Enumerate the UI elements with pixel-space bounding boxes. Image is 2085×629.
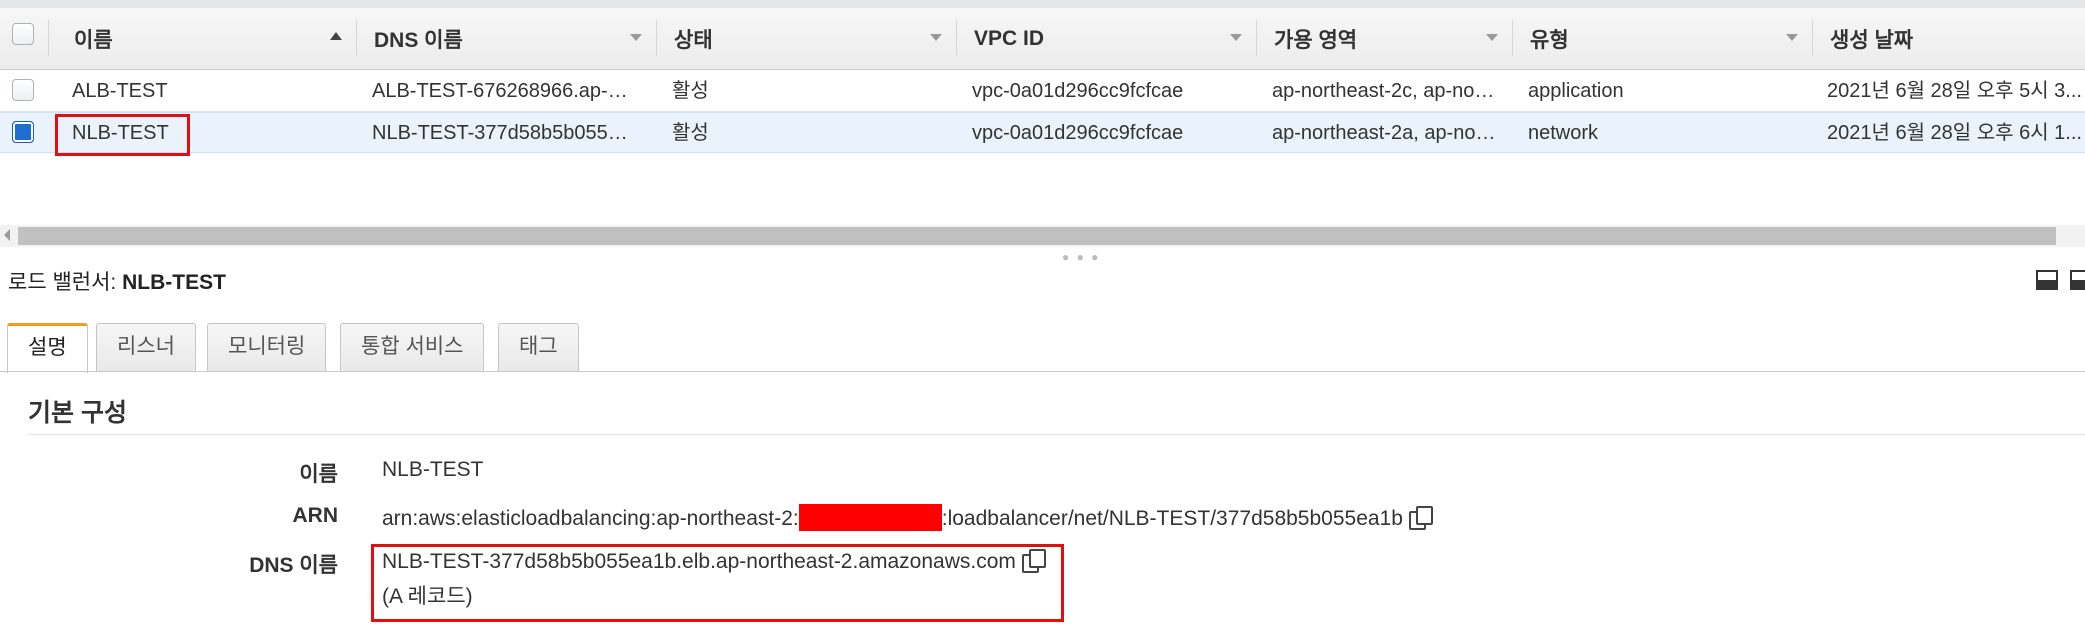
column-header-dns[interactable]: DNS 이름 (358, 8, 656, 70)
panel-resize-handle[interactable]: ● ● ● (1062, 251, 1100, 263)
column-header-vpc[interactable]: VPC ID (958, 8, 1256, 70)
sort-desc-icon[interactable] (1230, 34, 1242, 41)
tab-monitoring[interactable]: 모니터링 (207, 323, 327, 371)
panel-title: 로드 밸런서: NLB-TEST (8, 266, 226, 296)
sort-asc-icon[interactable] (330, 32, 342, 40)
field-value-name: NLB-TEST (382, 458, 484, 481)
table-row[interactable]: ALB-TEST ALB-TEST-676268966.ap-northeast… (0, 71, 2085, 112)
tab-integrated-services[interactable]: 통합 서비스 (340, 323, 485, 371)
sort-desc-icon[interactable] (930, 34, 942, 41)
redaction-bar (798, 504, 942, 531)
column-header-label: 유형 (1530, 29, 1569, 52)
column-header-type[interactable]: 유형 (1514, 8, 1812, 70)
cell-dns: ALB-TEST-676268966.ap-northeast-2.elb.am… (372, 80, 634, 102)
sort-desc-icon[interactable] (1786, 34, 1798, 41)
column-header-label: VPC ID (974, 27, 1045, 50)
column-header-label: 가용 영역 (1274, 29, 1358, 52)
arn-suffix: :loadbalancer/net/NLB-TEST/377d58b5b055e… (941, 507, 1403, 530)
column-separator[interactable] (1812, 20, 1813, 56)
cell-dns: NLB-TEST-377d58b5b055ea1b.elb.ap-northea… (372, 122, 634, 144)
select-all-checkbox[interactable] (12, 23, 34, 45)
sort-desc-icon[interactable] (630, 34, 642, 41)
sort-desc-icon[interactable] (1486, 34, 1498, 41)
scrollbar-thumb[interactable] (18, 227, 2056, 245)
cell-vpc: vpc-0a01d296cc9fcfcae (972, 80, 1184, 102)
tabs-divider (0, 371, 2085, 372)
column-header-state[interactable]: 상태 (658, 8, 956, 70)
arn-prefix: arn:aws:elasticloadbalancing:ap-northeas… (382, 507, 799, 530)
column-separator[interactable] (1512, 20, 1513, 56)
field-value-arn: arn:aws:elasticloadbalancing:ap-northeas… (382, 504, 1433, 531)
cell-state: 활성 (672, 80, 709, 102)
table-row-selected[interactable]: NLB-TEST NLB-TEST-377d58b5b055ea1b.elb.a… (0, 112, 2085, 153)
cell-name: ALB-TEST (72, 80, 168, 102)
copy-icon[interactable] (1408, 506, 1433, 530)
column-separator[interactable] (956, 20, 957, 56)
cell-az: ap-northeast-2a, ap-northeast-2c (1272, 122, 1498, 144)
field-label-arn: ARN (292, 504, 339, 527)
column-header-name[interactable]: 이름 (58, 8, 356, 70)
field-label-dns: DNS 이름 (249, 554, 338, 577)
section-title: 기본 구성 (28, 399, 127, 427)
column-header-label: DNS 이름 (374, 29, 463, 52)
cell-created: 2021년 6월 28일 오후 6시 1... (1827, 122, 2082, 144)
row-checkbox-checked[interactable] (12, 121, 34, 143)
highlight-box-name (55, 114, 190, 156)
cell-created: 2021년 6월 28일 오후 5시 3... (1827, 80, 2082, 102)
cell-az: ap-northeast-2c, ap-northeast-2a (1272, 80, 1498, 102)
cell-vpc: vpc-0a01d296cc9fcfcae (972, 122, 1184, 144)
tab-listeners[interactable]: 리스너 (96, 323, 196, 371)
column-header-label: 이름 (74, 29, 113, 52)
cell-state: 활성 (672, 122, 709, 144)
tab-tags[interactable]: 태그 (498, 323, 579, 371)
tab-description[interactable]: 설명 (7, 323, 88, 373)
column-separator (48, 20, 49, 56)
column-header-label: 생성 날짜 (1830, 29, 1914, 52)
cell-type: network (1528, 122, 1599, 144)
column-separator[interactable] (356, 20, 357, 56)
column-header-label: 상태 (674, 29, 713, 52)
cell-type: application (1528, 80, 1624, 102)
column-separator[interactable] (656, 20, 657, 56)
column-header-az[interactable]: 가용 영역 (1258, 8, 1512, 70)
table-top-border (0, 0, 2085, 8)
column-separator[interactable] (1256, 20, 1257, 56)
panel-title-name: NLB-TEST (122, 271, 226, 294)
layout-bottom-icon[interactable] (2036, 270, 2058, 290)
highlight-box-dns (371, 544, 1064, 622)
column-header-created[interactable]: 생성 날짜 (1814, 8, 2085, 70)
layout-split-icon[interactable] (2070, 270, 2085, 290)
scroll-left-arrow-icon[interactable] (4, 229, 10, 241)
field-label-name: 이름 (299, 463, 338, 486)
row-checkbox[interactable] (12, 79, 34, 101)
section-divider (28, 434, 2085, 435)
panel-title-prefix: 로드 밸런서: (8, 271, 117, 294)
